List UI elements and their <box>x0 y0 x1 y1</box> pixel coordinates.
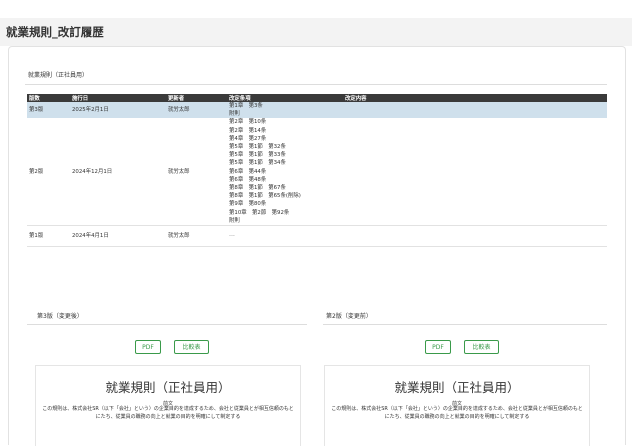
cell-articles: 第1章 第3条 附則 <box>229 102 345 119</box>
cell-updater: 就労太郎 <box>168 225 229 248</box>
table-row[interactable]: 第2版 2024年12月1日 就労太郎 第2章 第10条 第2章 第14条 第4… <box>27 118 607 227</box>
article-item: 第2章 第10条 <box>229 119 267 126</box>
table-row[interactable]: 第3版 2025年2月1日 就労太郎 第1章 第3条 附則 <box>27 102 607 119</box>
pdf-button-after[interactable]: PDF <box>135 340 161 354</box>
cell-articles: 第2章 第10条 第2章 第14条 第4章 第27条 第5章 第1節 第32条 … <box>229 118 345 227</box>
cell-articles: --- <box>229 225 345 248</box>
article-item: 第9章 第80条 <box>229 201 267 208</box>
cell-content <box>345 225 607 248</box>
document-preview-before: 就業規則（正社員用） 前文 この規則は、株式会社SR（以下「会社」という）の企業… <box>324 365 590 446</box>
article-item: 第5章 第1節 第33条 <box>229 152 286 159</box>
table-row[interactable]: 第1版 2024年4月1日 就労太郎 --- <box>27 225 607 248</box>
revision-table: 版数 施行日 更新者 改定条項 改定内容 第3版 2025年2月1日 就労太郎 … <box>27 94 607 248</box>
cell-updater: 就労太郎 <box>168 102 229 119</box>
table-header-row: 版数 施行日 更新者 改定条項 改定内容 <box>27 94 607 102</box>
col-header-articles: 改定条項 <box>229 94 345 102</box>
cell-updater: 就労太郎 <box>168 118 229 227</box>
article-item: 附則 <box>229 217 240 224</box>
article-item: 第4章 第27条 <box>229 135 267 142</box>
cell-content <box>345 102 607 119</box>
article-item: 第6章 第44条 <box>229 168 267 175</box>
cell-version: 第1版 <box>27 225 72 248</box>
section-title: 就業規則（正社員用） <box>28 72 89 79</box>
article-item: 第2章 第14条 <box>229 127 267 134</box>
col-header-version: 版数 <box>27 94 72 102</box>
section-divider <box>25 84 607 85</box>
top-bar <box>0 0 632 18</box>
cell-version: 第3版 <box>27 102 72 119</box>
article-item: 第6章 第48条 <box>229 176 267 183</box>
cell-content <box>345 118 607 227</box>
col-header-content: 改定内容 <box>345 94 607 102</box>
cell-date: 2025年2月1日 <box>72 102 168 119</box>
revision-history-card: 就業規則（正社員用） 版数 施行日 更新者 改定条項 改定内容 第3版 2025… <box>8 46 626 446</box>
article-item: 第1章 第3条 <box>229 103 263 109</box>
article-item: 第5章 第1節 第32条 <box>229 144 286 151</box>
document-preview-after: 就業規則（正社員用） 前文 この規則は、株式会社SR（以下「会社」という）の企業… <box>35 365 301 446</box>
cell-date: 2024年12月1日 <box>72 118 168 227</box>
panel-divider-before <box>323 324 607 325</box>
compare-button-after[interactable]: 比較表 <box>174 340 209 354</box>
panel-title-before: 第2版（変更前） <box>326 313 372 320</box>
col-header-date: 施行日 <box>72 94 168 102</box>
page-title: 就業規則_改訂履歴 <box>6 25 104 39</box>
pdf-button-before[interactable]: PDF <box>425 340 451 354</box>
document-title: 就業規則（正社員用） <box>394 380 520 395</box>
document-preamble-text: この規則は、株式会社SR（以下「会社」という）の企業目的を達成するため、会社と従… <box>331 406 583 420</box>
cell-version: 第2版 <box>27 118 72 227</box>
panel-title-after: 第3版（変更後） <box>37 313 83 320</box>
panel-divider-after <box>27 324 307 325</box>
article-item: 第8章 第1節 第67条 <box>229 185 286 192</box>
cell-date: 2024年4月1日 <box>72 225 168 248</box>
article-item: 第8章 第1節 第65条(削除) <box>229 193 301 200</box>
article-item: 附則 <box>229 111 240 118</box>
compare-button-before[interactable]: 比較表 <box>464 340 499 354</box>
document-title: 就業規則（正社員用） <box>105 380 231 395</box>
article-item: 第5章 第1節 第34条 <box>229 160 286 167</box>
article-item: 第10章 第2節 第92条 <box>229 209 290 216</box>
col-header-updater: 更新者 <box>168 94 229 102</box>
document-preamble-text: この規則は、株式会社SR（以下「会社」という）の企業目的を達成するため、会社と従… <box>42 406 294 420</box>
